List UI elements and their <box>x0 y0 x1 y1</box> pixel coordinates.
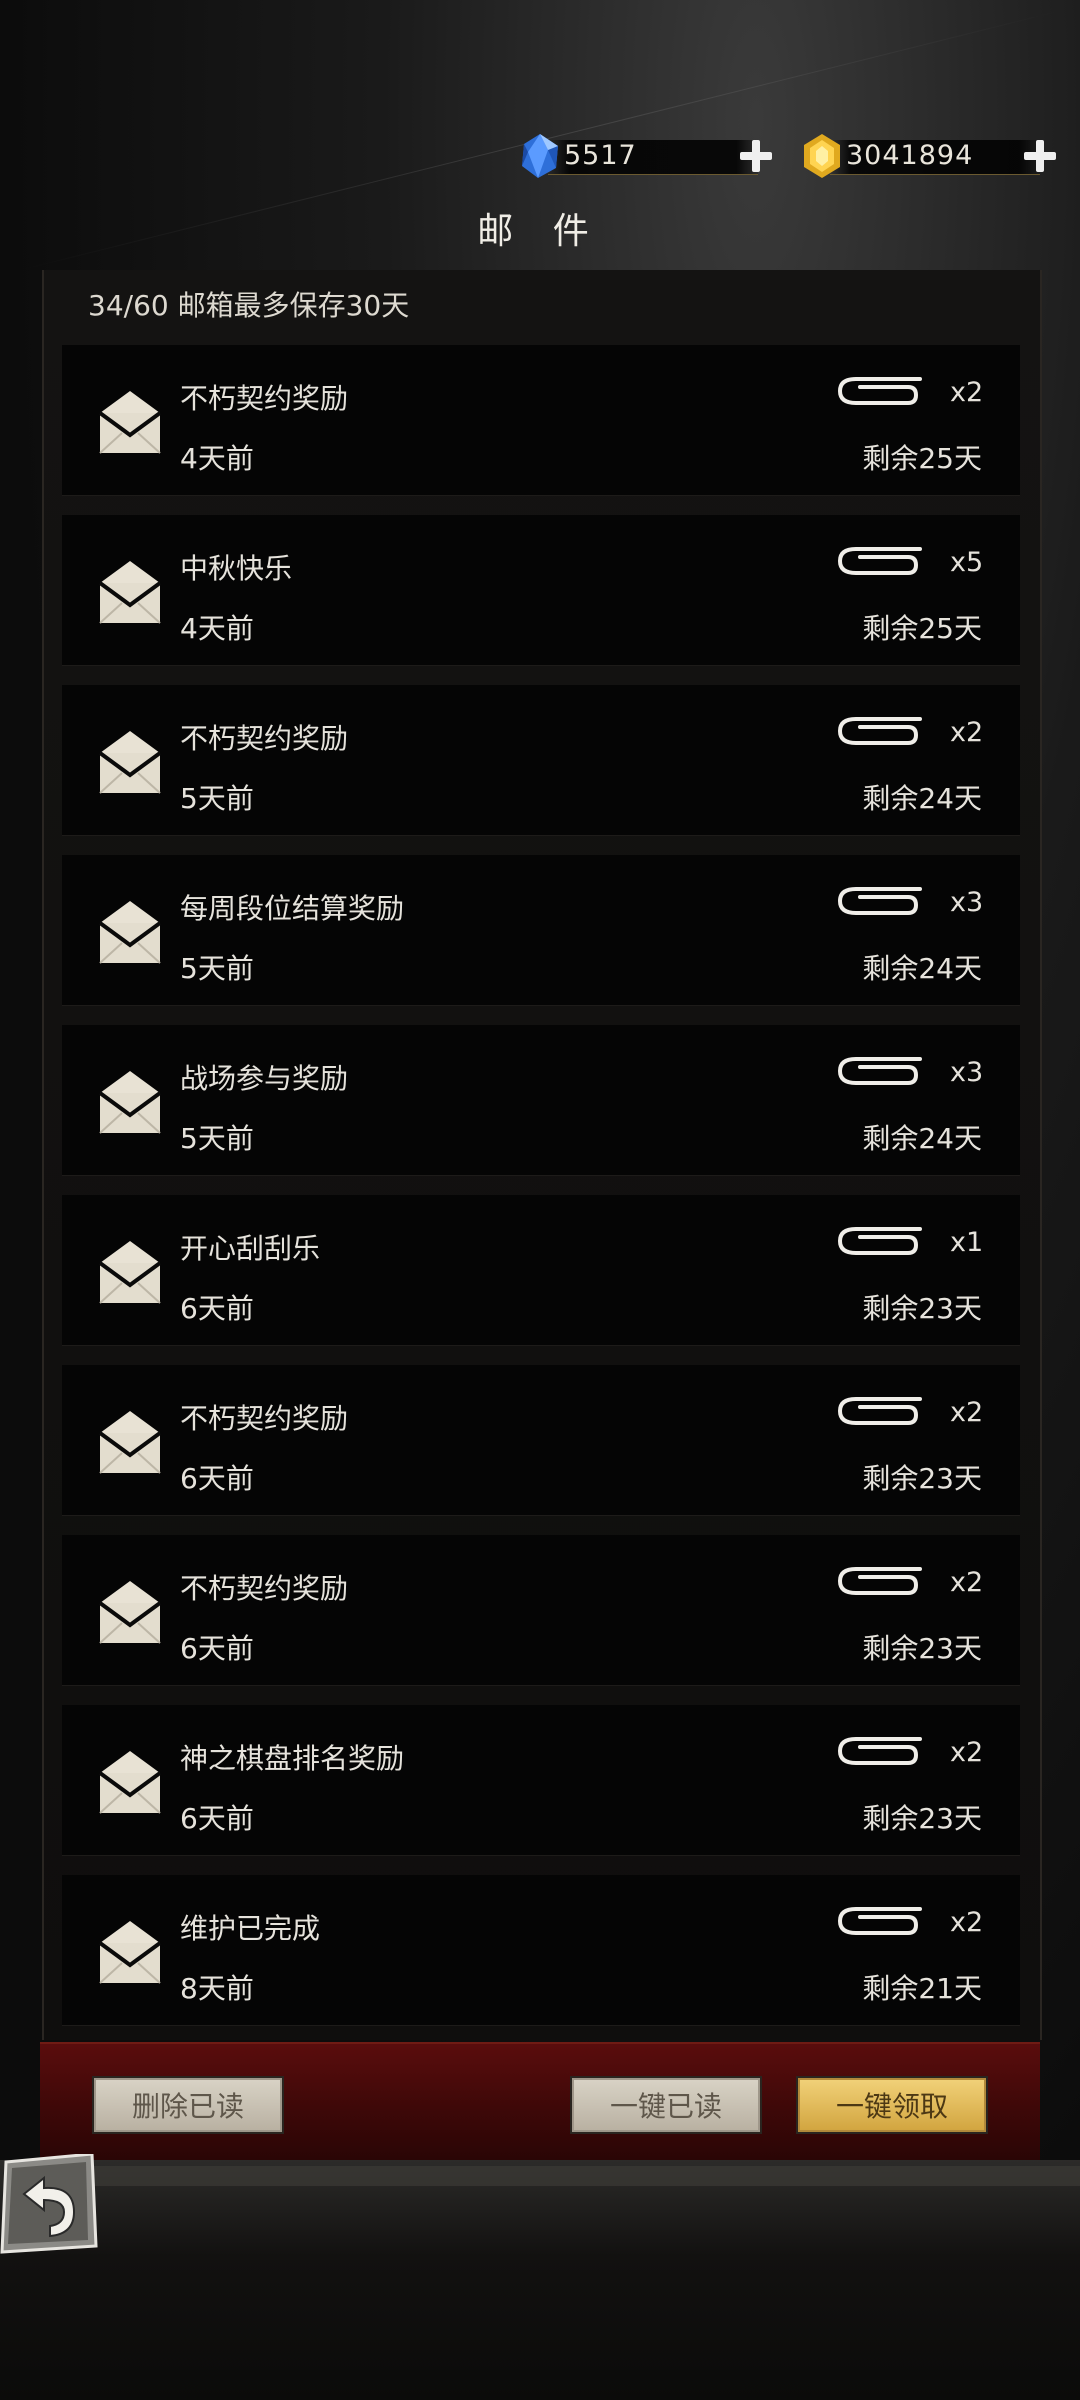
attachment-count: x2 <box>950 1907 984 1938</box>
mail-time: 6天前 <box>180 1292 254 1325</box>
mail-time: 5天前 <box>180 952 254 985</box>
blue-crystal-icon <box>522 134 558 178</box>
attachment-clip-icon <box>837 887 922 915</box>
attachment-count: x2 <box>950 1567 984 1598</box>
mark-all-read-button[interactable]: 一键已读 <box>570 2076 762 2134</box>
mail-title: 战场参与奖励 <box>180 1062 349 1095</box>
mail-expiry: 剩余24天 <box>862 952 982 985</box>
mail-item[interactable]: 维护已完成 8天前 x2 剩余21天 <box>62 1875 1020 2026</box>
mail-item[interactable]: 每周段位结算奖励 5天前 x3 剩余24天 <box>62 855 1020 1006</box>
add-diamond-button[interactable] <box>738 138 774 174</box>
attachment-count: x5 <box>950 547 984 578</box>
mail-time: 6天前 <box>180 1802 254 1835</box>
mail-item[interactable]: 不朽契约奖励 4天前 x2 剩余25天 <box>62 345 1020 496</box>
envelope-icon <box>98 1751 162 1814</box>
delete-read-button[interactable]: 删除已读 <box>92 2076 284 2134</box>
attachment-count: x2 <box>950 717 984 748</box>
mail-expiry: 剩余24天 <box>862 1122 982 1155</box>
envelope-icon <box>98 561 162 624</box>
currency-diamond: 5517 <box>518 134 778 178</box>
mail-title: 不朽契约奖励 <box>180 1402 349 1435</box>
mail-title: 开心刮刮乐 <box>180 1232 321 1265</box>
attachment-count: x2 <box>950 377 984 408</box>
envelope-icon <box>98 1071 162 1134</box>
envelope-icon <box>98 1581 162 1644</box>
currency-gold: 3041894 <box>800 134 1070 178</box>
mail-item[interactable]: 战场参与奖励 5天前 x3 剩余24天 <box>62 1025 1020 1176</box>
page-title: 邮 件 <box>477 211 603 252</box>
attachment-count: x2 <box>950 1397 984 1428</box>
attachment-clip-icon <box>837 717 922 745</box>
mail-item[interactable]: 不朽契约奖励 5天前 x2 剩余24天 <box>62 685 1020 836</box>
mailbox-capacity-info: 34/60 邮箱最多保存30天 <box>88 289 410 322</box>
envelope-icon <box>98 391 162 454</box>
attachment-count: x3 <box>950 887 984 918</box>
mail-list[interactable]: 不朽契约奖励 4天前 x2 剩余25天 中秋快乐 4天前 x5 剩余25天 不朽… <box>62 345 1020 2045</box>
mail-time: 6天前 <box>180 1632 254 1665</box>
gold-amount: 3041894 <box>846 140 974 171</box>
mail-item[interactable]: 不朽契约奖励 6天前 x2 剩余23天 <box>62 1535 1020 1686</box>
gold-crystal-icon <box>804 134 840 178</box>
mail-title: 不朽契约奖励 <box>180 382 349 415</box>
back-arrow-icon[interactable] <box>0 2154 98 2254</box>
bottom-ground-decoration <box>0 2160 1080 2400</box>
envelope-icon <box>98 1921 162 1984</box>
mail-expiry: 剩余23天 <box>862 1802 982 1835</box>
envelope-icon <box>98 901 162 964</box>
mail-time: 8天前 <box>180 1972 254 2005</box>
mail-item[interactable]: 神之棋盘排名奖励 6天前 x2 剩余23天 <box>62 1705 1020 1856</box>
action-bar: 删除已读 一键已读 一键领取 <box>40 2042 1040 2162</box>
mail-title: 每周段位结算奖励 <box>180 892 405 925</box>
attachment-clip-icon <box>837 1227 922 1255</box>
envelope-icon <box>98 1411 162 1474</box>
attachment-clip-icon <box>837 1907 922 1935</box>
mail-item[interactable]: 开心刮刮乐 6天前 x1 剩余23天 <box>62 1195 1020 1346</box>
envelope-icon <box>98 731 162 794</box>
attachment-clip-icon <box>837 1057 922 1085</box>
mail-time: 5天前 <box>180 782 254 815</box>
mail-expiry: 剩余23天 <box>862 1632 982 1665</box>
attachment-count: x3 <box>950 1057 984 1088</box>
attachment-clip-icon <box>837 1737 922 1765</box>
mail-expiry: 剩余23天 <box>862 1292 982 1325</box>
mail-time: 5天前 <box>180 1122 254 1155</box>
mail-time: 6天前 <box>180 1462 254 1495</box>
mail-expiry: 剩余24天 <box>862 782 982 815</box>
attachment-count: x2 <box>950 1737 984 1768</box>
envelope-icon <box>98 1241 162 1304</box>
mail-time: 4天前 <box>180 442 254 475</box>
mail-title: 不朽契约奖励 <box>180 722 349 755</box>
attachment-clip-icon <box>837 1567 922 1595</box>
add-gold-button[interactable] <box>1022 138 1058 174</box>
mail-expiry: 剩余25天 <box>862 442 982 475</box>
attachment-clip-icon <box>837 377 922 405</box>
mail-item[interactable]: 中秋快乐 4天前 x5 剩余25天 <box>62 515 1020 666</box>
attachment-clip-icon <box>837 547 922 575</box>
mail-title: 维护已完成 <box>180 1912 321 1945</box>
mail-expiry: 剩余21天 <box>862 1972 982 2005</box>
attachment-count: x1 <box>950 1227 984 1258</box>
mail-expiry: 剩余25天 <box>862 612 982 645</box>
mail-title: 中秋快乐 <box>180 552 293 585</box>
diamond-amount: 5517 <box>564 140 637 171</box>
mail-title: 不朽契约奖励 <box>180 1572 349 1605</box>
claim-all-button[interactable]: 一键领取 <box>796 2076 988 2134</box>
mail-time: 4天前 <box>180 612 254 645</box>
mail-expiry: 剩余23天 <box>862 1462 982 1495</box>
attachment-clip-icon <box>837 1397 922 1425</box>
mail-item[interactable]: 不朽契约奖励 6天前 x2 剩余23天 <box>62 1365 1020 1516</box>
mail-title: 神之棋盘排名奖励 <box>180 1742 405 1775</box>
